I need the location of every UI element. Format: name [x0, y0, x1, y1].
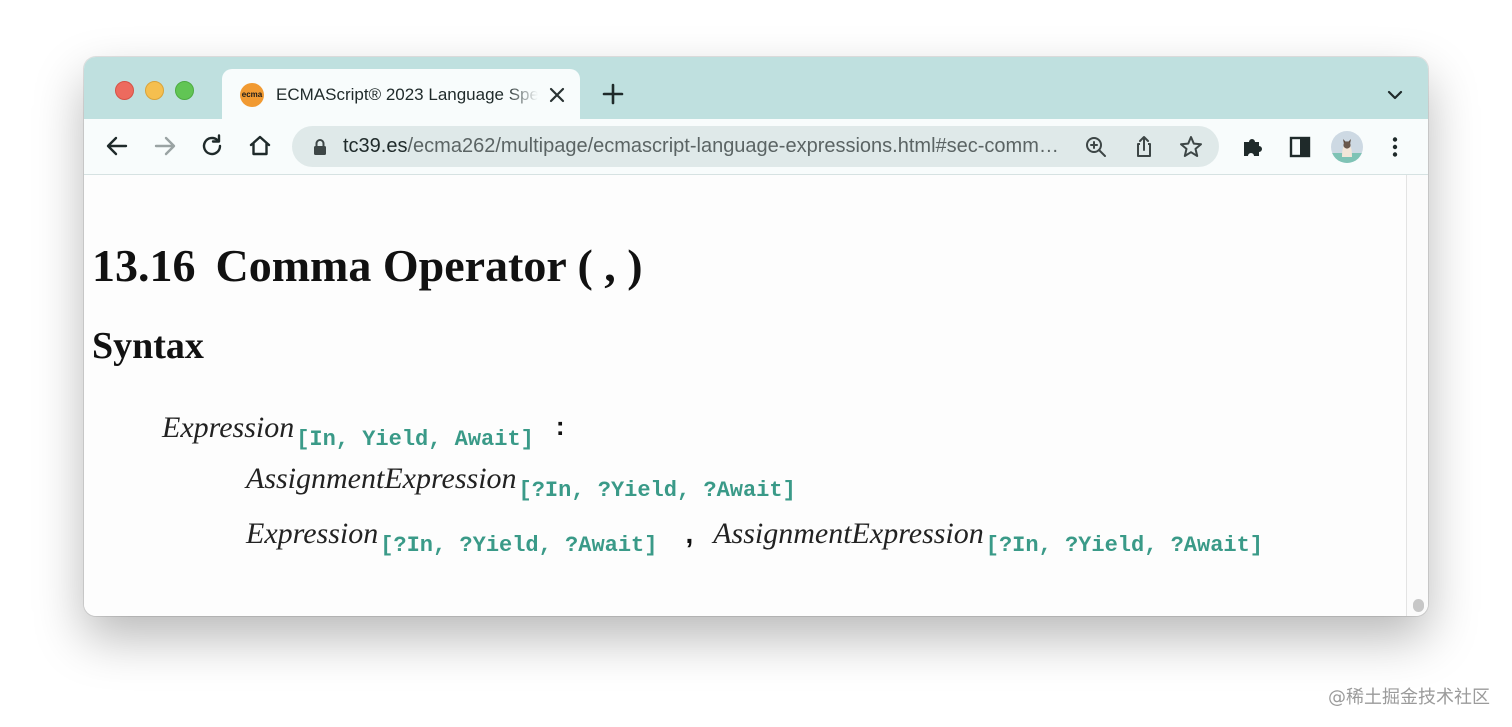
cat-avatar-icon [1331, 139, 1363, 163]
extensions-puzzle-icon[interactable] [1239, 133, 1267, 161]
section-number: 13.16 [92, 240, 196, 291]
syntax-heading: Syntax [92, 325, 204, 367]
url-text[interactable]: tc39.es/ecma262/multipage/ecmascript-lan… [343, 134, 1069, 159]
lock-icon[interactable] [312, 138, 328, 156]
scrollbar-thumb[interactable] [1413, 599, 1424, 612]
browser-toolbar: tc39.es/ecma262/multipage/ecmascript-lan… [84, 119, 1428, 175]
forward-arrow-icon[interactable] [151, 132, 179, 160]
window-maximize-button[interactable] [175, 81, 194, 100]
nonterminal-expression[interactable]: Expression [162, 411, 294, 444]
url-host: tc39.es [343, 135, 408, 157]
ecma-favicon-icon: ecma [240, 83, 264, 107]
section-title: Comma Operator ( , ) [215, 240, 643, 291]
new-tab-plus-icon[interactable] [600, 81, 626, 107]
watermark-text: @稀土掘金技术社区 [1328, 687, 1490, 708]
nonterminal-assignment-expression[interactable]: AssignmentExpression [713, 517, 984, 550]
grammar-params: [?In, ?Yield, ?Await] [518, 478, 796, 503]
vertical-scrollbar[interactable] [1406, 175, 1428, 616]
tab-title: ECMAScript® 2023 Language Specification [276, 85, 538, 104]
grammar-params: [?In, ?Yield, ?Await] [380, 533, 658, 558]
kebab-menu-icon[interactable] [1381, 133, 1409, 161]
window-close-button[interactable] [115, 81, 134, 100]
browser-window: ecma ECMAScript® 2023 Language Specifica… [84, 57, 1428, 616]
grammar-rhs-2: Expression[?In, ?Yield, ?Await], Assignme… [246, 517, 1263, 558]
tab-strip: ecma ECMAScript® 2023 Language Specifica… [84, 57, 1428, 119]
bookmark-star-icon[interactable] [1178, 134, 1204, 160]
grammar-params: [In, Yield, Await] [296, 427, 534, 452]
page-content: 13.16 Comma Operator ( , ) Syntax Express… [84, 175, 1406, 616]
url-path: /ecma262/multipage/ecmascript-language-e… [407, 135, 1069, 157]
share-icon[interactable] [1131, 134, 1157, 160]
address-bar[interactable]: tc39.es/ecma262/multipage/ecmascript-lan… [292, 126, 1219, 167]
section-heading: 13.16 Comma Operator ( , ) [92, 241, 643, 291]
grammar-separator: : [555, 411, 565, 441]
grammar-lhs: Expression[In, Yield, Await]: [162, 411, 565, 452]
profile-avatar[interactable] [1331, 131, 1363, 163]
home-icon[interactable] [246, 132, 274, 160]
nonterminal-expression[interactable]: Expression [246, 517, 378, 550]
grammar-rhs-1: AssignmentExpression[?In, ?Yield, ?Await… [246, 462, 796, 503]
grammar-params: [?In, ?Yield, ?Await] [985, 533, 1264, 558]
back-arrow-icon[interactable] [103, 132, 131, 160]
zoom-icon[interactable] [1083, 134, 1109, 160]
nonterminal-assignment-expression[interactable]: AssignmentExpression [246, 462, 517, 495]
terminal-comma: , [685, 518, 694, 549]
reload-icon[interactable] [198, 132, 226, 160]
tab-close-icon[interactable] [546, 84, 568, 106]
side-panel-icon[interactable] [1286, 133, 1314, 161]
tab-ecmascript-spec[interactable]: ecma ECMAScript® 2023 Language Specifica… [222, 69, 580, 119]
window-minimize-button[interactable] [145, 81, 164, 100]
tab-search-chevron-icon[interactable] [1384, 84, 1406, 106]
